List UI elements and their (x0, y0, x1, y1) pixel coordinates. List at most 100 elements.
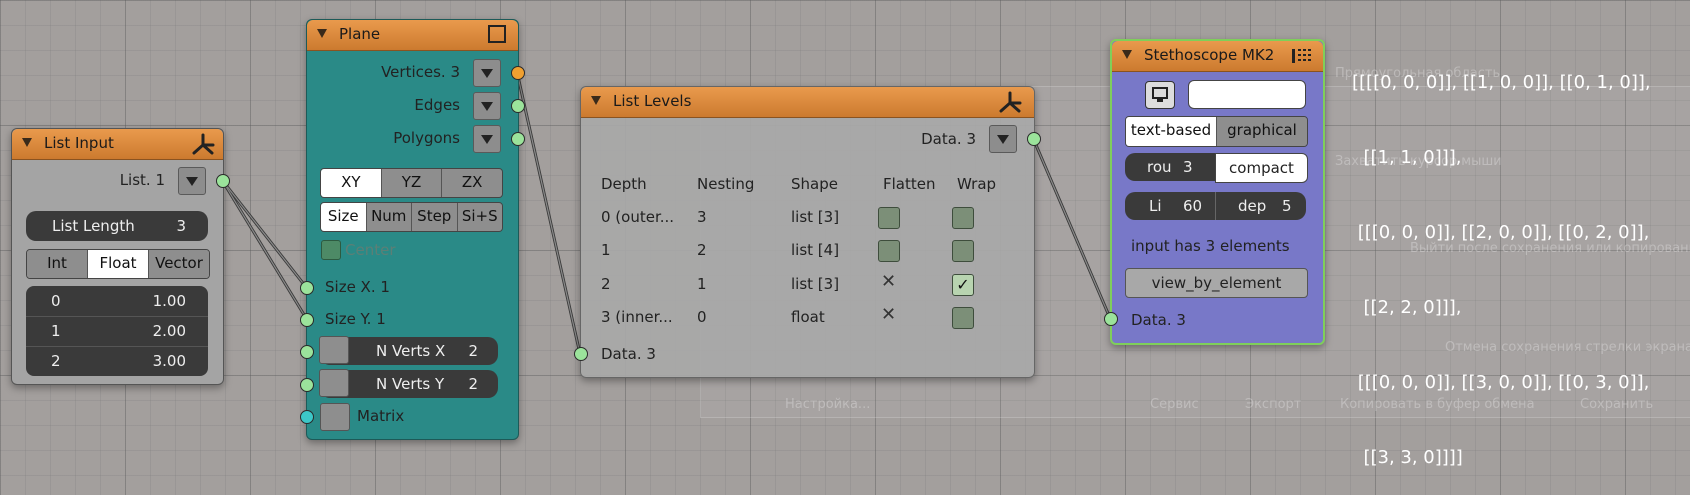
column-header-flatten: Flatten (883, 175, 936, 193)
row-nesting: 0 (697, 308, 707, 326)
row-nesting: 2 (697, 241, 707, 259)
disabled-x-icon: ✕ (881, 304, 897, 325)
wrap-checkbox[interactable] (952, 207, 974, 229)
output-label-polygons: Polygons (393, 129, 460, 147)
dimension-mode-selector[interactable]: Size Num Step Si+S (320, 202, 503, 232)
sverchok-icon (999, 91, 1022, 113)
center-checkbox[interactable] (321, 240, 341, 260)
output-line: [[3, 3, 0]]]] (1352, 447, 1463, 468)
collapse-arrow-icon[interactable] (1122, 50, 1132, 59)
mode-num-button[interactable]: Num (366, 203, 412, 231)
edges-dropdown-button[interactable] (473, 92, 501, 120)
info-text: input has 3 elements (1131, 237, 1290, 255)
polygons-output-socket[interactable] (511, 132, 525, 146)
node-header[interactable]: List Input (12, 129, 223, 160)
stethoscope-output-text: [[[[0, 0, 0]], [[1, 0, 0]], [[0, 1, 0]],… (1352, 20, 1651, 495)
type-int-button[interactable]: Int (27, 250, 88, 278)
input-label: Data. 3 (601, 345, 656, 363)
node-title: Stethoscope MK2 (1144, 46, 1275, 64)
flatten-checkbox[interactable] (878, 207, 900, 229)
flatten-checkbox[interactable] (878, 240, 900, 262)
center-label: Center (345, 241, 396, 259)
list-input-node[interactable]: List Input List. 1 List Length 3 Int Flo… (11, 128, 224, 385)
li-value: 60 (1183, 197, 1203, 215)
nverts-x-label: N Verts X (376, 342, 446, 360)
nverts-x-input-socket[interactable] (300, 345, 314, 359)
axis-yz-button[interactable]: YZ (381, 169, 443, 197)
plane-node[interactable]: Plane Vertices. 3 Edges Polygons XY YZ Z… (306, 19, 519, 440)
data-input-socket[interactable] (574, 347, 588, 361)
vertices-dropdown-button[interactable] (473, 59, 501, 87)
axis-xy-button[interactable]: XY (321, 169, 382, 197)
nverts-x-field[interactable]: N Verts X 2 (319, 336, 498, 365)
list-row[interactable]: 0 1.00 (26, 286, 208, 317)
column-header-nesting: Nesting (697, 175, 755, 193)
vertices-output-socket[interactable] (511, 66, 525, 80)
list-length-field[interactable]: List Length 3 (26, 211, 208, 241)
collapse-arrow-icon[interactable] (591, 96, 601, 105)
rou-field[interactable]: rou 3 (1125, 153, 1215, 181)
nverts-y-input-socket[interactable] (300, 378, 314, 392)
size-y-input-socket[interactable] (300, 313, 314, 327)
node-header[interactable]: Plane (307, 20, 518, 51)
nverts-y-field[interactable]: N Verts Y 2 (319, 369, 498, 398)
type-selector[interactable]: Int Float Vector (26, 249, 210, 279)
output-line: [[[0, 0, 0]], [[3, 0, 0]], [[0, 3, 0]], (1352, 372, 1650, 393)
axis-selector[interactable]: XY YZ ZX (320, 168, 503, 198)
list-output-socket[interactable] (216, 174, 230, 188)
output-dropdown-button[interactable] (989, 125, 1017, 153)
rou-label: rou (1147, 158, 1172, 176)
node-header[interactable]: List Levels (581, 87, 1034, 118)
output-dropdown-button[interactable] (178, 167, 206, 195)
polygons-dropdown-button[interactable] (473, 125, 501, 153)
link-socket-icon[interactable] (319, 336, 349, 364)
view-mode-selector[interactable]: text-based graphical (1125, 116, 1308, 147)
axis-zx-button[interactable]: ZX (442, 169, 502, 197)
nverts-y-label: N Verts Y (376, 375, 445, 393)
node-menu-icon[interactable] (1291, 47, 1313, 65)
graphical-button[interactable]: graphical (1217, 117, 1307, 146)
list-levels-node[interactable]: List Levels Data. 3 Depth Nesting Shape … (580, 86, 1035, 378)
list-row[interactable]: 2 3.00 (26, 346, 208, 376)
type-float-button[interactable]: Float (88, 250, 149, 278)
link-socket-icon[interactable] (319, 369, 349, 397)
node-title: List Input (44, 134, 114, 152)
wrap-checkbox[interactable] (952, 307, 974, 329)
collapse-arrow-icon[interactable] (22, 138, 32, 147)
nverts-y-value: 2 (468, 375, 478, 393)
text-field[interactable] (1188, 80, 1306, 109)
row-shape: list [4] (791, 241, 840, 259)
mode-step-button[interactable]: Step (412, 203, 458, 231)
collapse-arrow-icon[interactable] (317, 29, 327, 38)
stethoscope-node[interactable]: Stethoscope MK2 text-based graphical rou… (1110, 39, 1325, 345)
matrix-input-socket[interactable] (300, 410, 314, 424)
compact-toggle[interactable]: compact (1215, 153, 1308, 183)
mode-sis-button[interactable]: Si+S (457, 203, 502, 231)
nverts-x-value: 2 (468, 342, 478, 360)
mode-size-button[interactable]: Size (321, 203, 367, 231)
edges-output-socket[interactable] (511, 99, 525, 113)
wrap-checkbox-checked[interactable]: ✓ (952, 274, 974, 296)
text-based-button[interactable]: text-based (1126, 117, 1217, 146)
wrap-checkbox[interactable] (952, 240, 974, 262)
type-vector-button[interactable]: Vector (149, 250, 209, 278)
input-label: Data. 3 (1131, 311, 1186, 329)
list-row[interactable]: 1 2.00 (26, 316, 208, 347)
li-dep-fields[interactable]: Li 60 dep 5 (1125, 192, 1306, 220)
preview-toggle-icon[interactable] (488, 25, 506, 43)
dep-label: dep (1238, 197, 1267, 215)
node-title: List Levels (613, 92, 692, 110)
node-header[interactable]: Stethoscope MK2 (1112, 41, 1323, 72)
row-depth: 2 (601, 275, 611, 293)
data-input-socket[interactable] (1104, 312, 1118, 326)
link-socket-icon[interactable] (320, 403, 350, 431)
size-x-input-socket[interactable] (300, 281, 314, 295)
column-header-shape: Shape (791, 175, 838, 193)
data-output-socket[interactable] (1027, 132, 1041, 146)
monitor-button[interactable] (1145, 81, 1175, 109)
output-line: [[[0, 0, 0]], [[2, 0, 0]], [[0, 2, 0]], (1352, 222, 1650, 243)
view-by-element-button[interactable]: view_by_element (1125, 268, 1308, 298)
node-title: Plane (339, 25, 381, 43)
column-header-wrap: Wrap (957, 175, 997, 193)
output-label-vertices: Vertices. 3 (381, 63, 460, 81)
